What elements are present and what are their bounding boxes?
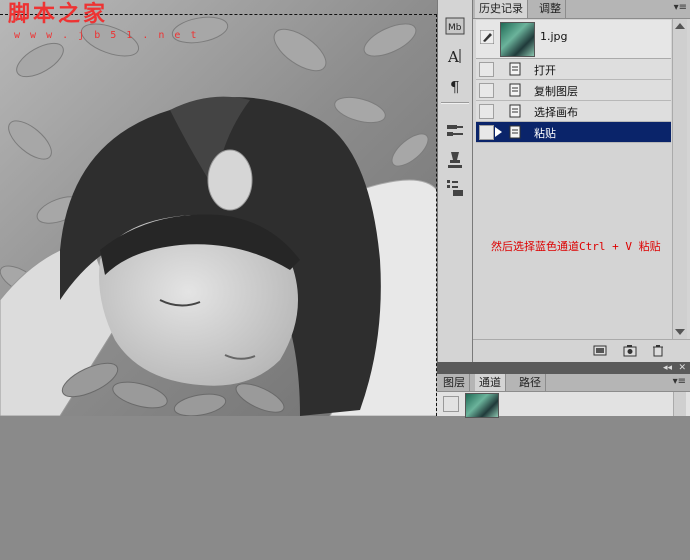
history-tab-bar: 历史记录 调整 ▾≡ — [473, 0, 690, 19]
character-icon[interactable]: A — [443, 44, 467, 68]
history-step-icon — [509, 62, 521, 76]
history-item-select-canvas[interactable]: 选择画布 — [476, 101, 671, 122]
history-brush-source-icon[interactable] — [480, 30, 494, 44]
history-brush-checkbox[interactable] — [479, 125, 494, 140]
history-item-label: 复制图层 — [534, 85, 578, 98]
history-item-paste[interactable]: 粘贴 — [476, 122, 671, 143]
tab-history[interactable]: 历史记录 — [475, 0, 528, 18]
history-footer — [473, 339, 690, 362]
history-scrollbar[interactable] — [672, 19, 687, 339]
channel-thumbnail — [465, 393, 499, 418]
history-panel: 历史记录 调整 ▾≡ 1.jpg 打开 复制图层 选择画布 粘贴 然后选择蓝色通… — [472, 0, 690, 362]
panel-dock: Mb A ¶ — [437, 0, 473, 362]
new-document-from-state-icon[interactable] — [593, 344, 607, 357]
channels-scrollbar[interactable] — [673, 392, 686, 416]
history-snapshot[interactable]: 1.jpg — [476, 20, 671, 59]
mini-bridge-icon[interactable]: Mb — [443, 14, 467, 38]
workspace-background — [0, 416, 690, 560]
clone-source-icon[interactable] — [443, 148, 467, 172]
scroll-down-icon[interactable] — [675, 329, 685, 335]
new-snapshot-icon[interactable] — [623, 344, 637, 357]
snapshot-thumbnail — [500, 22, 535, 57]
history-state-marker-icon[interactable] — [495, 127, 502, 137]
watermark-logo: 脚本之家 — [8, 1, 109, 27]
tool-presets-icon[interactable] — [443, 176, 467, 200]
collapse-icon[interactable]: ◂◂ — [663, 362, 672, 374]
watermark-url: w w w . j b 5 1 . n e t — [14, 30, 199, 41]
canvas-image[interactable] — [0, 0, 437, 416]
paragraph-icon[interactable]: ¶ — [443, 74, 467, 98]
history-brush-checkbox[interactable] — [479, 62, 494, 77]
svg-text:¶: ¶ — [450, 78, 460, 96]
layers-panel: 图层 通道 路径 ▾≡ — [437, 374, 690, 418]
svg-text:A: A — [447, 48, 459, 66]
tab-channels[interactable]: 通道 — [475, 374, 506, 391]
scroll-up-icon[interactable] — [675, 23, 685, 29]
panel-menu-icon[interactable]: ▾≡ — [674, 2, 687, 13]
photo-illustration — [0, 0, 437, 416]
dock-separator — [441, 102, 469, 104]
history-list: 打开 复制图层 选择画布 粘贴 — [476, 59, 671, 143]
snapshot-label: 1.jpg — [540, 30, 568, 43]
instruction-annotation: 然后选择蓝色通道Ctrl + V 粘贴 — [491, 240, 661, 253]
trash-icon[interactable] — [651, 344, 665, 357]
tab-adjustments[interactable]: 调整 — [535, 0, 566, 18]
history-brush-checkbox[interactable] — [479, 104, 494, 119]
history-item-label: 选择画布 — [534, 106, 578, 119]
channel-row[interactable] — [437, 392, 690, 418]
history-step-icon — [509, 104, 521, 118]
tab-layers[interactable]: 图层 — [439, 374, 470, 391]
history-item-label: 粘贴 — [534, 127, 556, 140]
history-brush-checkbox[interactable] — [479, 83, 494, 98]
history-item-duplicate-layer[interactable]: 复制图层 — [476, 80, 671, 101]
layers-tab-bar: 图层 通道 路径 ▾≡ — [437, 374, 690, 392]
panel-menu-icon[interactable]: ▾≡ — [673, 376, 686, 387]
layers-panel-titlebar[interactable]: ◂◂ ✕ — [437, 362, 690, 374]
history-step-icon — [509, 83, 521, 97]
close-icon[interactable]: ✕ — [678, 362, 686, 374]
svg-text:Mb: Mb — [448, 23, 462, 33]
brush-presets-icon[interactable] — [443, 118, 467, 142]
history-step-icon — [509, 125, 521, 139]
history-item-label: 打开 — [534, 64, 556, 77]
tab-paths[interactable]: 路径 — [515, 374, 546, 391]
history-item-open[interactable]: 打开 — [476, 59, 671, 80]
visibility-eye-icon[interactable] — [443, 396, 459, 412]
